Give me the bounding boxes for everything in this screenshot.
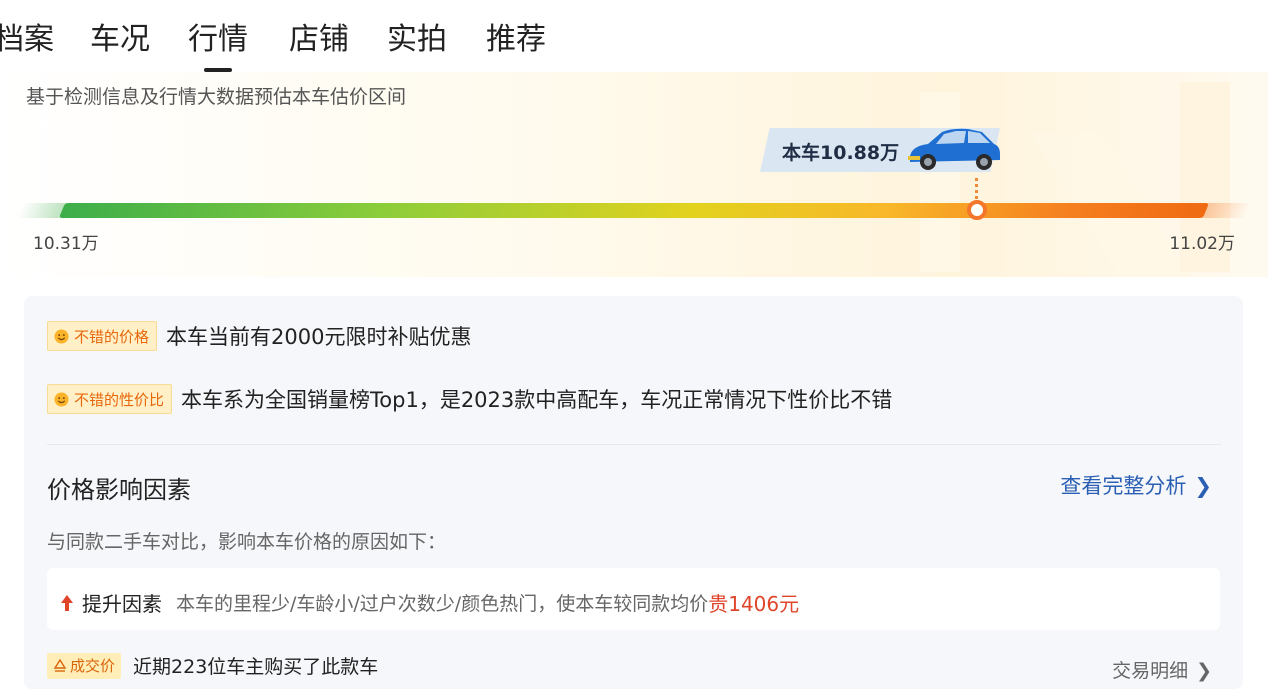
highlight-tag: 不错的性价比 <box>47 384 173 414</box>
highlight-tag-label: 不错的价格 <box>74 327 150 346</box>
transaction-detail-link[interactable]: 交易明细 ❯ <box>1112 656 1212 683</box>
deal-text: 近期223位车主购买了此款车 <box>133 656 379 678</box>
range-min-label: 10.31万 <box>33 234 99 254</box>
transaction-detail-label: 交易明细 <box>1112 660 1189 682</box>
tab-store[interactable]: 店铺 <box>289 14 349 58</box>
estimate-subtitle: 基于检测信息及行情大数据预估本车估价区间 <box>26 86 407 108</box>
compare-text: 与同款二手车对比，影响本车价格的原因如下： <box>47 531 447 553</box>
highlight-tag: 不错的价格 <box>47 321 158 351</box>
highlight-row: 不错的性价比 本车系为全国销量榜Top1，是2023款中高配车，车况正常情况下性… <box>47 384 892 414</box>
marker-connector <box>975 178 978 200</box>
tab-recommend[interactable]: 推荐 <box>486 14 546 58</box>
price-range-bar <box>58 203 1210 218</box>
range-bar-end <box>1200 203 1252 218</box>
tab-condition[interactable]: 车况 <box>90 14 150 58</box>
highlight-text: 本车当前有2000元限时补贴优惠 <box>166 325 472 349</box>
smile-icon <box>54 391 69 407</box>
tab-market[interactable]: 行情 <box>188 14 248 58</box>
deal-tag: 成交价 <box>47 652 122 679</box>
factor-up-row: 提升因素 本车的里程少/车龄小/过户次数少/颜色热门 ，使本车较同款均价 贵14… <box>60 588 799 617</box>
current-price-marker <box>967 200 987 220</box>
range-max-label: 11.02万 <box>1169 234 1235 254</box>
deal-row: 成交价 近期223位车主购买了此款车 <box>47 652 378 679</box>
full-analysis-label: 查看完整分析 <box>1060 474 1187 498</box>
car-icon <box>908 128 1000 170</box>
smile-icon <box>54 328 69 344</box>
highlight-text: 本车系为全国销量榜Top1，是2023款中高配车，车况正常情况下性价比不错 <box>181 388 893 412</box>
factors-title: 价格影响因素 <box>47 476 191 504</box>
factor-up-label: 提升因素 <box>82 592 162 616</box>
deal-icon <box>53 658 67 672</box>
factor-up-description: 本车的里程少/车龄小/过户次数少/颜色热门 <box>176 593 538 615</box>
deal-tag-label: 成交价 <box>70 657 116 675</box>
tab-photos[interactable]: 实拍 <box>387 14 447 58</box>
highlight-row: 不错的价格 本车当前有2000元限时补贴优惠 <box>47 321 471 351</box>
divider <box>47 444 1221 445</box>
factor-up-price: 贵1406元 <box>708 592 800 616</box>
chevron-right-icon: ❯ <box>1194 474 1212 498</box>
highlight-tag-label: 不错的性价比 <box>74 390 165 409</box>
arrow-up-icon <box>61 594 73 611</box>
factor-up-comparison: ，使本车较同款均价 <box>537 593 709 615</box>
tab-archive[interactable]: 档案 <box>0 14 54 58</box>
chevron-right-icon: ❯ <box>1196 660 1212 682</box>
full-analysis-link[interactable]: 查看完整分析 ❯ <box>1060 470 1212 500</box>
current-price-label: 本车10.88万 <box>782 142 900 164</box>
